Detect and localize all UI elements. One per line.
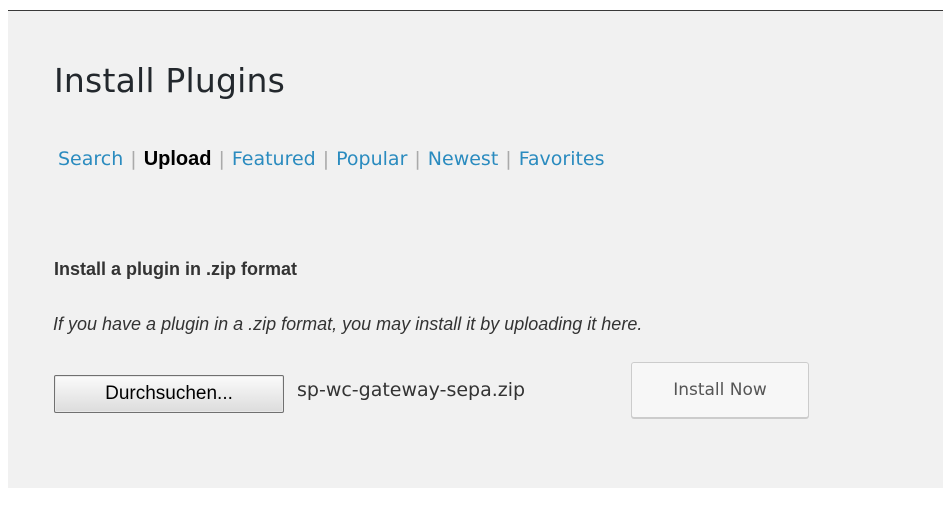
tab-featured[interactable]: Featured (232, 148, 316, 170)
upload-heading: Install a plugin in .zip format (54, 259, 298, 279)
tab-separator: | (130, 148, 137, 170)
page-title: Install Plugins (54, 61, 286, 100)
tab-newest[interactable]: Newest (428, 148, 498, 170)
plugin-install-tabs: Search | Upload | Featured | Popular | Newest | Fa… (58, 148, 605, 171)
admin-content-area: Install Plugins Search | Upload | Featured | P… (8, 10, 943, 488)
upload-description: If you have a plugin in a .zip format, y… (53, 314, 643, 334)
tab-separator: | (218, 148, 225, 170)
tab-separator: | (322, 148, 330, 170)
tab-separator: | (505, 148, 512, 170)
install-now-button[interactable]: Install Now (631, 362, 809, 418)
tab-favorites[interactable]: Favorites (519, 148, 605, 170)
tab-separator: | (414, 148, 421, 170)
selected-file-name: sp-wc-gateway-sepa.zip (297, 379, 526, 401)
tab-popular[interactable]: Popular (336, 148, 407, 170)
tab-search[interactable]: Search (58, 148, 123, 170)
tab-upload: Upload (143, 148, 212, 170)
browse-file-button[interactable]: Durchsuchen... (54, 375, 284, 413)
